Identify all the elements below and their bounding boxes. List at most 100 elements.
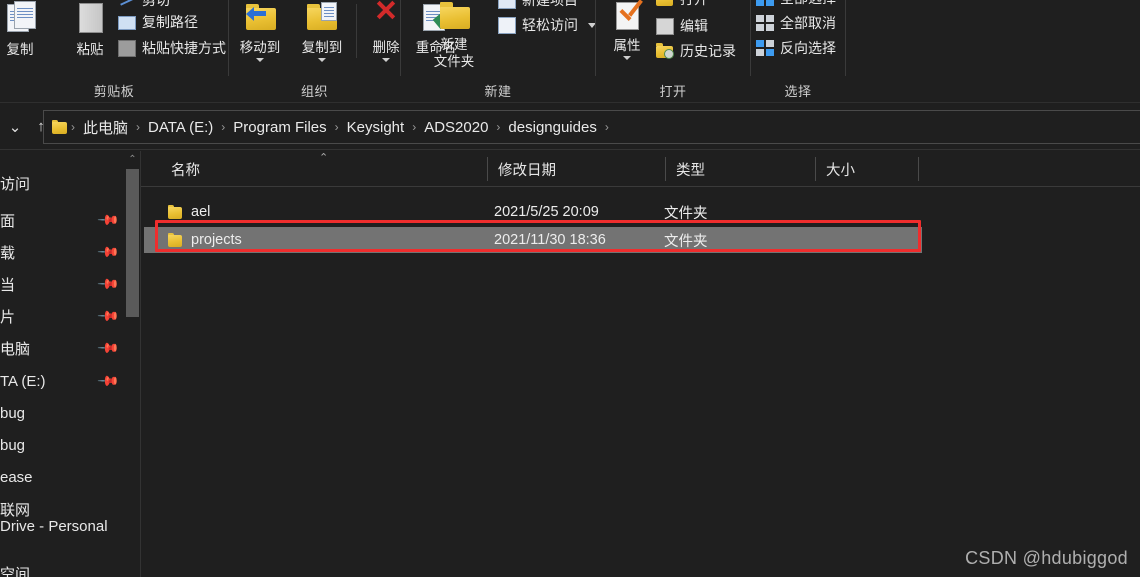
sidebar-item-onedrive[interactable]: Drive - Personal (0, 509, 125, 543)
breadcrumb-item-designguides[interactable]: designguides (502, 117, 602, 138)
file-name-cell: ael (168, 204, 210, 220)
sidebar-item-debug-2[interactable]: bug (0, 428, 125, 462)
ribbon-group-open: 属性 打开 编辑 (596, 0, 750, 103)
sidebar-item-label: Drive - Personal (0, 517, 108, 535)
paste-shortcut-label: 粘贴快捷方式 (142, 40, 226, 56)
sidebar-item-downloads[interactable]: 载 📌 (0, 235, 125, 269)
chevron-down-icon[interactable] (382, 58, 390, 62)
sidebar-item-label: ease (0, 468, 33, 486)
select-none-button[interactable]: 全部取消 (756, 13, 836, 33)
easy-access-icon (498, 16, 516, 34)
sidebar-item-label: bug (0, 436, 26, 454)
chevron-down-icon[interactable] (623, 56, 631, 60)
clipboard-icon (118, 39, 136, 57)
cut-button[interactable]: 剪切 (118, 0, 170, 10)
breadcrumb-separator: › (136, 120, 141, 134)
pin-icon: 📌 (96, 239, 121, 264)
chevron-down-icon[interactable] (256, 58, 264, 62)
column-header-name[interactable]: 名称 (161, 151, 487, 187)
breadcrumb-item-ads2020[interactable]: ADS2020 (418, 117, 494, 138)
breadcrumb-separator: › (221, 120, 226, 134)
table-row[interactable]: ael 2021/5/25 20:09 文件夹 (141, 199, 921, 225)
history-icon (656, 42, 674, 60)
ribbon-group-new: 新建 文件夹 新建项目 轻松访问 新建 (401, 0, 596, 103)
recent-locations-button[interactable]: ⌄ (2, 112, 28, 142)
easy-access-button[interactable]: 轻松访问 (498, 15, 596, 35)
scissors-icon (118, 0, 136, 9)
sidebar-item-label: 空间 (0, 565, 31, 577)
sidebar-item-label: TA (E:) (0, 372, 46, 390)
scrollbar-thumb[interactable] (126, 169, 139, 317)
copy-button[interactable]: 复制 (0, 1, 52, 58)
invert-selection-button[interactable]: 反向选择 (756, 38, 836, 58)
sidebar-item-label: 电脑 (0, 340, 31, 358)
ribbon-toolbar: 复制 粘贴 剪切 复制路径 粘贴快捷方式 剪贴板 移动到 复制到 删除 重命名 … (0, 0, 1140, 103)
watermark: CSDN @hdubiggod (965, 548, 1128, 568)
sidebar-item-label: 载 (0, 244, 16, 262)
address-folder-icon (52, 119, 67, 135)
pin-icon: 📌 (96, 335, 121, 360)
paste-shortcut-button[interactable]: 粘贴快捷方式 (118, 38, 226, 58)
breadcrumb-item-program-files[interactable]: Program Files (227, 117, 332, 138)
ribbon-group-label-open: 打开 (659, 84, 687, 99)
ribbon-group-clipboard: 复制 粘贴 剪切 复制路径 粘贴快捷方式 剪贴板 (0, 0, 228, 103)
sidebar-item-workspace[interactable]: 空间 (0, 556, 125, 577)
navigation-pane: 访问 面 📌 载 📌 当 📌 片 📌 电脑 📌 TA (E:) 📌 bug bu… (0, 151, 125, 577)
sidebar-item-debug-1[interactable]: bug (0, 396, 125, 430)
edit-label: 编辑 (680, 18, 708, 34)
sidebar-item-data-e[interactable]: TA (E:) 📌 (0, 364, 125, 398)
file-date-cell: 2021/11/30 18:36 (494, 232, 606, 248)
navigation-pane-scrollbar[interactable]: ⌃ (125, 151, 140, 577)
sidebar-item-quick-access[interactable]: 访问 (0, 166, 125, 200)
table-row[interactable]: projects 2021/11/30 18:36 文件夹 (144, 227, 922, 253)
column-divider[interactable] (918, 157, 919, 181)
breadcrumb-separator: › (412, 120, 417, 134)
column-header-size[interactable]: 大小 (816, 151, 918, 187)
breadcrumb-separator: › (496, 120, 501, 134)
copy-path-label: 复制路径 (142, 14, 198, 30)
file-date-cell: 2021/5/25 20:09 (494, 204, 599, 220)
new-folder-label-line2: 文件夹 (433, 54, 475, 69)
sidebar-item-this-pc[interactable]: 电脑 📌 (0, 331, 125, 365)
chevron-up-icon[interactable]: ⌃ (125, 151, 140, 168)
sidebar-item-label: 当 (0, 276, 16, 294)
ribbon-group-label-organize: 组织 (300, 84, 328, 99)
column-header-date-modified[interactable]: 修改日期 (488, 151, 665, 187)
breadcrumb[interactable]: › 此电脑 › DATA (E:) › Program Files › Keys… (43, 110, 1140, 144)
breadcrumb-item-keysight[interactable]: Keysight (341, 117, 411, 138)
select-all-button[interactable]: 全部选择 (756, 0, 836, 8)
ribbon-separator (845, 0, 846, 76)
sidebar-item-desktop[interactable]: 面 📌 (0, 203, 125, 237)
open-button[interactable]: 打开 (656, 0, 708, 9)
column-header-type[interactable]: 类型 (666, 151, 815, 187)
select-none-icon (756, 15, 774, 31)
paste-icon (79, 3, 103, 33)
edit-button[interactable]: 编辑 (656, 16, 708, 36)
cut-label: 剪切 (142, 0, 170, 8)
chevron-down-icon[interactable] (318, 58, 326, 62)
new-folder-button[interactable]: 新建 文件夹 (419, 2, 489, 70)
copy-to-button[interactable]: 复制到 (291, 2, 353, 62)
pin-icon: 📌 (96, 271, 121, 296)
sidebar-item-release[interactable]: ease (0, 460, 125, 494)
move-to-button[interactable]: 移动到 (229, 2, 291, 62)
select-all-label: 全部选择 (780, 0, 836, 8)
paste-label: 粘贴 (76, 42, 104, 57)
copy-path-button[interactable]: 复制路径 (118, 12, 198, 32)
file-type-cell: 文件夹 (664, 233, 708, 250)
breadcrumb-item-this-pc[interactable]: 此电脑 (77, 115, 134, 140)
history-label: 历史记录 (680, 43, 736, 59)
invert-selection-label: 反向选择 (780, 40, 836, 56)
properties-button[interactable]: 属性 (600, 0, 654, 60)
breadcrumb-item-data-e[interactable]: DATA (E:) (142, 117, 219, 138)
sidebar-item-documents[interactable]: 当 📌 (0, 267, 125, 301)
paste-button[interactable]: 粘贴 (58, 2, 122, 58)
sidebar-item-pictures[interactable]: 片 📌 (0, 299, 125, 333)
new-item-button[interactable]: 新建项目 (498, 0, 578, 10)
pin-icon: 📌 (96, 303, 121, 328)
history-button[interactable]: 历史记录 (656, 41, 736, 61)
ribbon-group-select: 全部选择 全部取消 反向选择 选择 (751, 0, 845, 103)
sidebar-item-label: 面 (0, 212, 16, 230)
sidebar-item-label: bug (0, 404, 26, 422)
file-name-cell: projects (168, 232, 242, 248)
